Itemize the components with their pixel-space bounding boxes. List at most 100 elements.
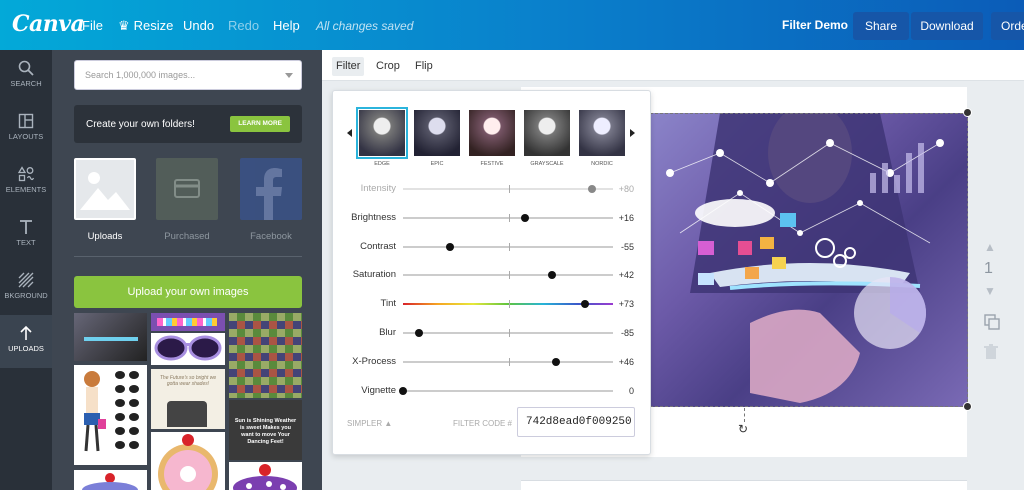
undo-button[interactable]: Undo bbox=[183, 18, 214, 33]
slider-knob[interactable] bbox=[552, 357, 561, 366]
slider-knob[interactable] bbox=[446, 242, 455, 251]
file-menu[interactable]: File bbox=[82, 18, 103, 33]
uploads-panel: Search 1,000,000 images... Create your o… bbox=[52, 50, 322, 490]
delete-page-icon[interactable] bbox=[984, 344, 998, 365]
uploaded-image-thumbnail[interactable] bbox=[74, 313, 147, 361]
nav-label: ELEMENTS bbox=[5, 185, 47, 194]
chevron-up-icon: ▲ bbox=[384, 419, 393, 428]
preset-grayscale[interactable] bbox=[524, 110, 570, 156]
share-button[interactable]: Share bbox=[853, 12, 910, 40]
canva-logo[interactable]: Canva bbox=[12, 11, 85, 37]
tab-purchased[interactable] bbox=[156, 158, 218, 220]
preset-nordic[interactable] bbox=[579, 110, 625, 156]
slider-blur[interactable] bbox=[403, 329, 613, 337]
rotate-icon[interactable]: ↻ bbox=[738, 422, 748, 436]
selected-image[interactable] bbox=[650, 113, 968, 407]
tab-divider bbox=[74, 256, 302, 257]
slider-tint[interactable] bbox=[403, 300, 613, 309]
slider-knob[interactable] bbox=[414, 329, 423, 337]
quote-thumbnail[interactable]: The Future's so bright we gotta wear sha… bbox=[151, 369, 225, 429]
slider-knob[interactable] bbox=[588, 185, 596, 193]
preset-edge[interactable] bbox=[356, 107, 408, 159]
filter-code-input[interactable]: 742d8ead0f009250 bbox=[517, 407, 635, 437]
crown-icon: ♛ bbox=[118, 18, 130, 33]
download-button[interactable]: Download bbox=[911, 12, 983, 40]
resize-handle-top-right[interactable] bbox=[963, 108, 972, 117]
donut-thumbnail[interactable] bbox=[151, 432, 225, 490]
fashion-thumbnail[interactable] bbox=[74, 365, 147, 465]
preset-epic[interactable] bbox=[414, 110, 460, 156]
chevron-left-icon[interactable] bbox=[347, 129, 352, 137]
photo-grid-thumbnail[interactable] bbox=[229, 313, 302, 398]
slider-knob[interactable] bbox=[399, 386, 407, 395]
copy-page-icon[interactable] bbox=[984, 314, 1000, 335]
nav-layouts[interactable]: LAYOUTS bbox=[0, 103, 52, 156]
slider-value: -55 bbox=[620, 241, 634, 252]
flip-button[interactable]: Flip bbox=[411, 57, 437, 76]
filter-popup: EDGE EPIC FESTIVE GRAYSCALE NORDIC Inten… bbox=[332, 90, 651, 455]
slider-center-tick bbox=[509, 329, 510, 337]
resize-menu[interactable]: ♛ Resize bbox=[118, 18, 173, 34]
slider-value: +80 bbox=[618, 184, 634, 194]
chevron-down-icon[interactable] bbox=[285, 73, 293, 78]
slider-knob[interactable] bbox=[520, 213, 529, 222]
slider-label-tint: Tint bbox=[380, 298, 396, 310]
filter-button[interactable]: Filter bbox=[332, 57, 365, 76]
folders-text: Create your own folders! bbox=[86, 119, 195, 130]
order-button[interactable]: Orde bbox=[991, 12, 1024, 40]
nav-label: UPLOADS bbox=[8, 344, 44, 353]
preset-label: FESTIVE bbox=[480, 161, 504, 167]
slider-label-vignette: Vignette bbox=[361, 384, 396, 396]
cupcake-icon bbox=[82, 473, 138, 490]
slider-label-blur: Blur bbox=[379, 327, 396, 338]
help-menu[interactable]: Help bbox=[273, 18, 300, 33]
nav-text[interactable]: TEXT bbox=[0, 209, 52, 262]
sunglasses-icon bbox=[154, 335, 222, 361]
slider-saturation[interactable] bbox=[403, 271, 613, 280]
cupcake-thumbnail[interactable] bbox=[74, 470, 147, 490]
image-toolbar: Filter Crop Flip bbox=[322, 50, 1024, 81]
search-icon bbox=[18, 60, 34, 76]
sunshine-quote-thumbnail[interactable]: Sun is Shining Weather is sweet Makes yo… bbox=[229, 400, 302, 460]
simpler-toggle[interactable]: SIMPLER ▲ bbox=[347, 419, 392, 428]
slider-vignette[interactable] bbox=[399, 386, 613, 395]
nav-search[interactable]: SEARCH bbox=[0, 50, 52, 103]
slider-x-process[interactable] bbox=[403, 357, 613, 366]
elements-icon bbox=[18, 166, 34, 182]
page-down-icon[interactable]: ▼ bbox=[984, 284, 996, 298]
cupcake-thumbnail[interactable] bbox=[229, 462, 302, 490]
chevron-right-icon[interactable] bbox=[630, 129, 635, 137]
upload-images-button[interactable]: Upload your own images bbox=[74, 276, 302, 308]
nav-uploads[interactable]: UPLOADS bbox=[0, 315, 52, 368]
slider-label-brightness: Brightness bbox=[351, 211, 396, 223]
tab-facebook[interactable] bbox=[240, 158, 302, 220]
preset-festive[interactable] bbox=[469, 110, 515, 156]
slider-brightness[interactable] bbox=[403, 213, 613, 222]
folders-promo: Create your own folders! LEARN MORE bbox=[74, 105, 302, 143]
crop-button[interactable]: Crop bbox=[372, 57, 404, 76]
slider-value: +73 bbox=[618, 299, 634, 310]
tab-uploads[interactable] bbox=[74, 158, 136, 220]
redo-button[interactable]: Redo bbox=[228, 18, 259, 33]
page-number: 1 bbox=[984, 260, 993, 277]
learn-more-button[interactable]: LEARN MORE bbox=[230, 116, 290, 132]
background-icon bbox=[18, 272, 34, 288]
next-page-preview bbox=[521, 480, 967, 490]
nav-elements[interactable]: ELEMENTS bbox=[0, 156, 52, 209]
slider-contrast[interactable] bbox=[403, 242, 613, 251]
slider-knob[interactable] bbox=[580, 300, 589, 309]
slider-value: +16 bbox=[618, 212, 634, 223]
document-title[interactable]: Filter Demo bbox=[782, 18, 848, 32]
nav-background[interactable]: BKGROUND bbox=[0, 262, 52, 315]
uploaded-image-thumbnail[interactable] bbox=[151, 313, 225, 331]
sunglasses-thumbnail[interactable] bbox=[151, 333, 225, 365]
resize-handle-bottom-right[interactable] bbox=[963, 402, 972, 411]
slider-value: -85 bbox=[620, 328, 634, 338]
slider-knob[interactable] bbox=[548, 271, 557, 280]
simpler-label: SIMPLER bbox=[347, 419, 383, 428]
image-search-input[interactable]: Search 1,000,000 images... bbox=[74, 60, 302, 90]
slider-intensity[interactable] bbox=[403, 185, 613, 193]
page-up-icon[interactable]: ▲ bbox=[984, 240, 996, 254]
resize-label: Resize bbox=[133, 18, 174, 33]
preset-label: GRAYSCALE bbox=[530, 161, 564, 167]
